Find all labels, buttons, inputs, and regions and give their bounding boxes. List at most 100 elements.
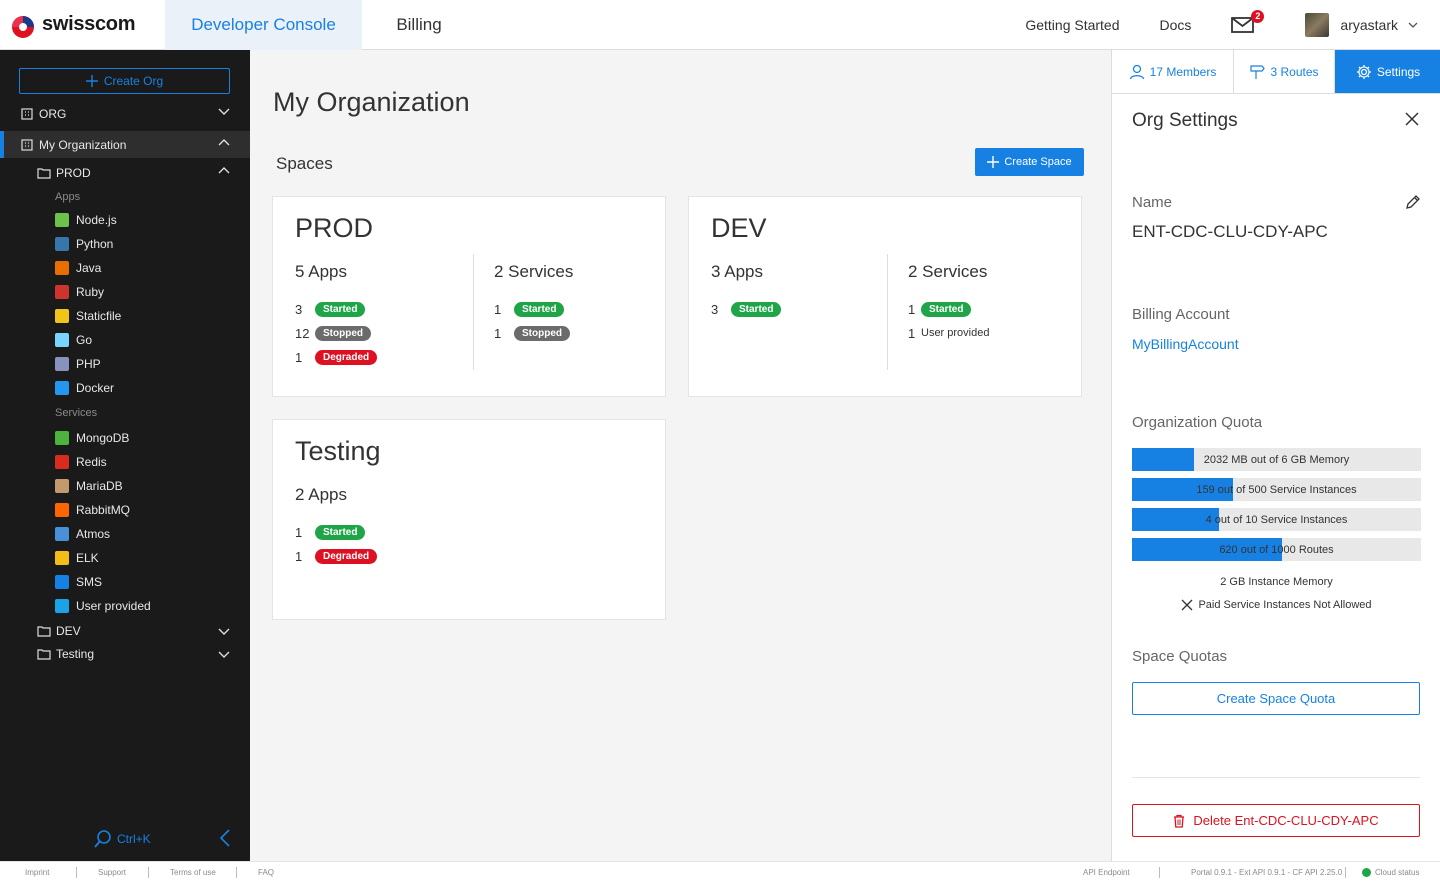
sidebar-item-label: Staticfile <box>76 309 122 323</box>
status-count: 3 <box>711 301 719 317</box>
getting-started-link[interactable]: Getting Started <box>1025 17 1119 33</box>
sidebar-item-org[interactable]: ORG <box>0 102 250 126</box>
sidebar-app-go[interactable]: Go <box>55 330 92 350</box>
nodejs-icon <box>55 213 69 227</box>
tab-routes[interactable]: 3 Routes <box>1234 50 1335 93</box>
collapse-sidebar-icon[interactable] <box>219 828 231 848</box>
sidebar-item-label: SMS <box>76 575 103 589</box>
footer-link-imprint[interactable]: Imprint <box>25 868 49 877</box>
building-icon <box>20 107 34 121</box>
sidebar-item-label: Java <box>76 261 102 275</box>
sidebar-service-rabbitmq[interactable]: RabbitMQ <box>55 500 130 520</box>
status-row: 1 Started <box>908 301 972 317</box>
puzzle-icon <box>55 599 69 613</box>
sidebar-item-label: ELK <box>76 551 99 565</box>
quota-text: 2032 MB out of 6 GB Memory <box>1203 453 1350 466</box>
tab-members[interactable]: 17 Members <box>1112 50 1234 93</box>
tab-label: 3 Routes <box>1270 64 1319 79</box>
sidebar-service-atmos[interactable]: Atmos <box>55 524 110 544</box>
sidebar-item-label: User provided <box>76 599 151 613</box>
user-icon <box>1129 64 1144 79</box>
panel-title: Org Settings <box>1132 110 1238 131</box>
divider <box>148 867 149 878</box>
sidebar-service-sms[interactable]: SMS <box>55 572 102 592</box>
panel-tabs: 17 Members 3 Routes Settings <box>1112 50 1440 94</box>
cloud-status-link[interactable]: Cloud status <box>1375 868 1419 877</box>
delete-org-button[interactable]: Delete Ent-CDC-CLU-CDY-APC <box>1132 804 1420 837</box>
status-row: 1 Stopped <box>494 325 570 341</box>
footer-link-terms[interactable]: Terms of use <box>170 868 216 877</box>
divider <box>1132 777 1420 778</box>
sidebar-service-elk[interactable]: ELK <box>55 548 99 568</box>
sidebar-service-user-provided[interactable]: User provided <box>55 596 151 616</box>
sidebar-app-python[interactable]: Python <box>55 234 113 254</box>
shortcut-label: Ctrl+K <box>117 832 151 846</box>
tab-settings[interactable]: Settings <box>1335 50 1440 93</box>
status-badge: Started <box>731 301 782 317</box>
user-menu[interactable]: aryastark <box>1305 12 1418 37</box>
sidebar-app-java[interactable]: Java <box>55 258 101 278</box>
paid-services-note: Paid Service Instances Not Allowed <box>1132 599 1421 611</box>
sidebar-item-space-dev[interactable]: DEV <box>0 619 250 643</box>
create-space-button[interactable]: Create Space <box>975 148 1084 176</box>
sidebar-item-label: Python <box>76 237 114 251</box>
mail-count-badge: 2 <box>1251 9 1265 23</box>
mail-button[interactable]: 2 <box>1231 9 1265 34</box>
cross-icon <box>1182 599 1193 611</box>
status-row: 3 Started <box>711 301 782 317</box>
create-space-quota-button[interactable]: Create Space Quota <box>1132 682 1420 715</box>
footer-link-faq[interactable]: FAQ <box>258 868 274 877</box>
sidebar-service-mongodb[interactable]: MongoDB <box>55 428 129 448</box>
status-badge: Stopped <box>315 325 371 341</box>
go-icon <box>55 333 69 347</box>
status-badge: Degraded <box>315 349 378 365</box>
sidebar-item-label: Ruby <box>76 285 105 299</box>
status-count: 1 <box>295 524 303 540</box>
folder-icon <box>37 624 51 638</box>
docs-link[interactable]: Docs <box>1160 17 1192 33</box>
sidebar-item-my-organization[interactable]: My Organization <box>0 131 250 158</box>
brand-name: swisscom <box>42 13 136 35</box>
status-row: 1 Started <box>295 524 366 540</box>
sidebar-item-label: RabbitMQ <box>76 503 131 517</box>
tab-billing[interactable]: Billing <box>362 0 476 50</box>
sidebar-app-php[interactable]: PHP <box>55 354 101 374</box>
api-endpoint-link[interactable]: API Endpoint <box>1083 868 1130 877</box>
space-card-prod[interactable]: PROD 5 Apps 3 Started 12 Stopped 1 Degraded… <box>272 196 666 397</box>
status-row: 12 Stopped <box>295 325 371 341</box>
org-name-value: ENT-CDC-CLU-CDY-APC <box>1132 222 1328 241</box>
create-org-button[interactable]: Create Org <box>19 68 230 94</box>
sidebar-app-node-js[interactable]: Node.js <box>55 210 117 230</box>
sidebar-item-space-prod[interactable]: PROD <box>0 161 250 185</box>
quota-bar: 2032 MB out of 6 GB Memory <box>1132 448 1421 471</box>
sidebar-service-mariadb[interactable]: MariaDB <box>55 476 123 496</box>
space-card-testing[interactable]: Testing 2 Apps 1 Started 1 Degraded <box>272 419 666 620</box>
swisscom-logo[interactable]: swisscom <box>0 0 165 50</box>
footer-link-support[interactable]: Support <box>98 868 126 877</box>
trash-icon <box>1174 814 1185 828</box>
org-settings-panel: 17 Members 3 Routes Settings Org Setting… <box>1111 50 1440 861</box>
close-icon[interactable] <box>1405 112 1419 126</box>
paid-services-text: Paid Service Instances Not Allowed <box>1198 599 1372 611</box>
space-card-dev[interactable]: DEV 3 Apps 3 Started 2 Services 1 Started … <box>688 196 1082 397</box>
search-icon <box>94 830 111 848</box>
status-count: 1 <box>295 349 303 365</box>
tab-label: 17 Members <box>1149 64 1217 79</box>
edit-pencil-icon[interactable] <box>1405 194 1421 210</box>
sidebar-app-ruby[interactable]: Ruby <box>55 282 104 302</box>
status-count: 1 <box>295 548 303 564</box>
sidebar-item-space-testing[interactable]: Testing <box>0 642 250 666</box>
billing-account-link[interactable]: MyBillingAccount <box>1132 336 1239 352</box>
sidebar-item-label: Docker <box>76 381 115 395</box>
divider <box>1345 867 1346 878</box>
sidebar-app-staticfile[interactable]: Staticfile <box>55 306 121 326</box>
create-org-label: Create Org <box>103 74 164 88</box>
divider <box>887 254 888 370</box>
sidebar-service-redis[interactable]: Redis <box>55 452 107 472</box>
search-shortcut-button[interactable]: Ctrl+K <box>93 829 151 849</box>
sidebar-item-label: PHP <box>76 357 101 371</box>
sidebar-app-docker[interactable]: Docker <box>55 378 114 398</box>
space-card-title: Testing <box>295 436 381 466</box>
plus-icon <box>987 156 1000 168</box>
tab-developer-console[interactable]: Developer Console <box>165 0 362 50</box>
